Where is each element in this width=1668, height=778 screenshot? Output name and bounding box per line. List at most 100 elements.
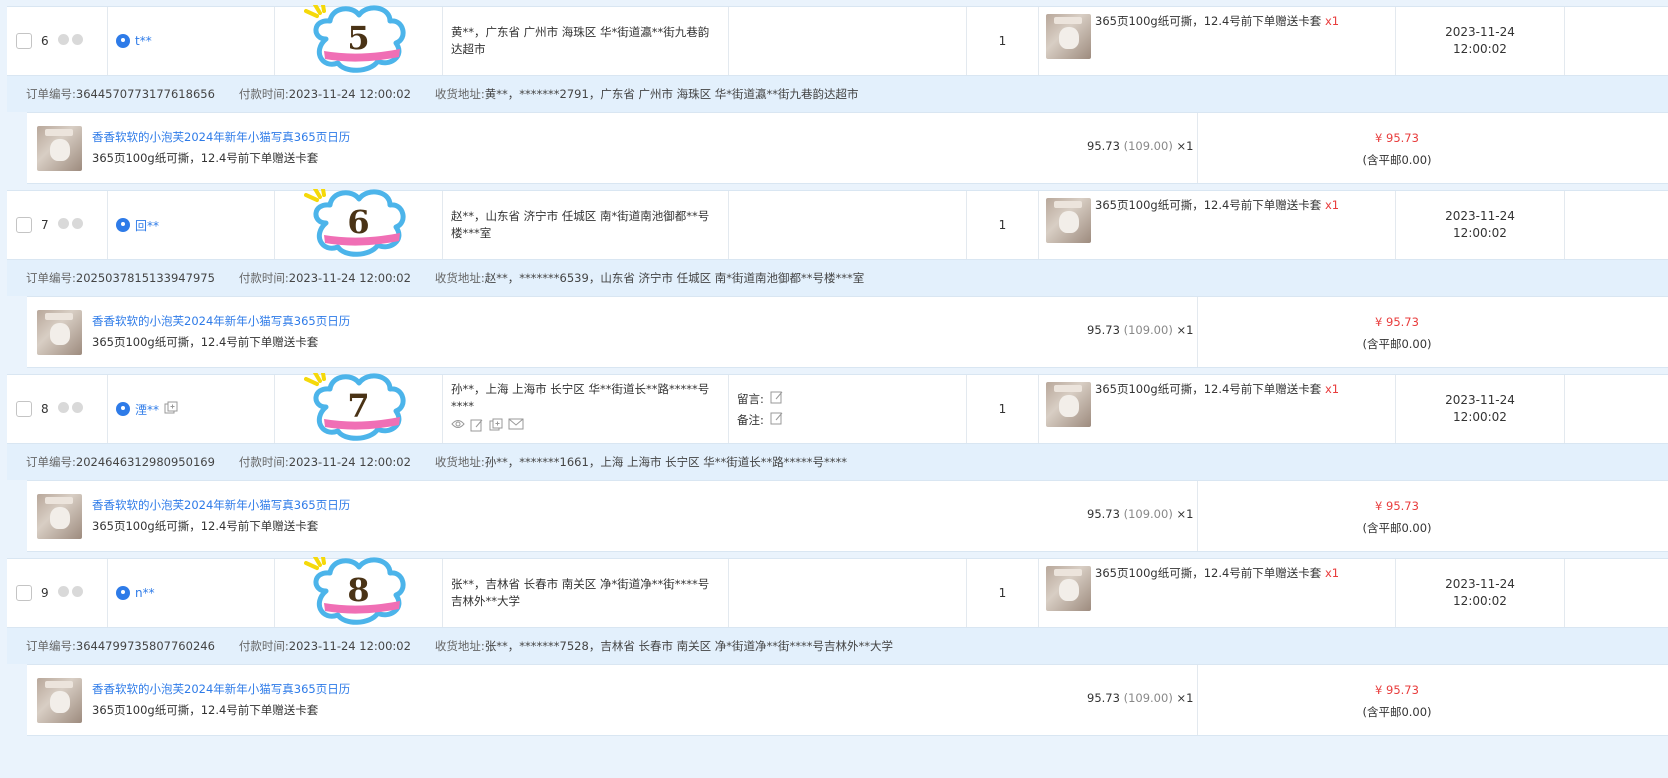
item-qty: ×1 [1176,139,1194,153]
item-total: ¥ 95.73 [1375,315,1419,329]
select-checkbox[interactable] [16,585,32,601]
product-cell: 365页100g纸可撕，12.4号前下单赠送卡套 x1 [1039,375,1396,443]
sticker-number: 8 [347,571,370,609]
buyer-name[interactable]: 湮** [135,401,159,418]
eye-icon[interactable] [451,418,465,437]
select-checkbox[interactable] [16,33,32,49]
item-qty: ×1 [1176,507,1194,521]
item-title-link[interactable]: 香香软软的小泡芙2024年新年小猫写真365页日历 [92,679,350,700]
cloud-number-sticker: 6 [303,189,414,257]
item-thumbnail[interactable] [37,677,82,723]
buyer-cell: 湮** [108,375,275,443]
item-price: 95.73 [1087,691,1120,705]
status-dots [57,402,86,416]
chat-user-icon[interactable] [116,34,130,48]
item-total-block: ¥ 95.73 (含平邮0.00) [1297,495,1497,539]
order-clock: 12:00:02 [1453,226,1507,240]
edit-icon[interactable] [470,418,484,437]
sticker-cell: 8 [275,557,443,627]
item-title-link[interactable]: 香香软软的小泡芙2024年新年小猫写真365页日历 [92,495,350,516]
item-qty: ×1 [1176,691,1194,705]
item-original-price: (109.00) [1123,507,1173,521]
remark-label: 备注: [737,412,764,427]
buyer-name[interactable]: t** [135,34,152,48]
order-date: 2023-11-24 [1445,393,1515,407]
order-summary-row[interactable]: 6 t** 5 黄**，广东省 广州市 海珠区 华*街道瀛**街九巷韵达超市 1… [7,5,1668,76]
product-summary: 365页100g纸可撕，12.4号前下单赠送卡套 x1 [1095,566,1339,581]
item-total: ¥ 95.73 [1375,499,1419,513]
product-spec: 365页100g纸可撕，12.4号前下单赠送卡套 [1095,14,1322,28]
order-date: 2023-11-24 [1445,25,1515,39]
item-price-block: 95.73 (109.00) ×1 [1087,507,1193,521]
product-spec: 365页100g纸可撕，12.4号前下单赠送卡套 [1095,566,1322,580]
product-thumbnail[interactable] [1046,382,1091,427]
address-cell: 张**，吉林省 长春市 南关区 净*街道净**街****号吉林外**大学 [443,559,729,627]
product-thumbnail[interactable] [1046,566,1091,611]
product-spec: 365页100g纸可撕，12.4号前下单赠送卡套 [1095,198,1322,212]
edit-remark-icon[interactable] [770,411,784,428]
order-no-label: 订单编号: [26,271,76,285]
item-title-link[interactable]: 香香软软的小泡芙2024年新年小猫写真365页日历 [92,311,350,332]
pay-time-label: 付款时间: [238,455,289,469]
copy-icon[interactable] [164,401,178,418]
pay-time: 2023-11-24 12:00:02 [288,455,411,469]
select-checkbox[interactable] [16,217,32,233]
item-thumbnail[interactable] [37,125,82,171]
order-info-bar: 订单编号:3644570773177618656 付款时间:2023-11-24… [7,76,1668,112]
pay-time: 2023-11-24 12:00:02 [288,639,411,653]
item-original-price: (109.00) [1123,139,1173,153]
order-no-label: 订单编号: [26,87,76,101]
order-summary-row[interactable]: 9 n** 8 张**，吉林省 长春市 南关区 净*街道净**街****号吉林外… [7,557,1668,628]
order-no-label: 订单编号: [26,639,76,653]
mail-icon[interactable] [508,418,524,437]
address-actions [451,418,524,437]
item-price-block: 95.73 (109.00) ×1 [1087,691,1193,705]
sticker-number: 7 [347,387,370,425]
short-address: 黄**，广东省 广州市 海珠区 华*街道瀛**街九巷韵达超市 [451,25,710,56]
item-total-block: ¥ 95.73 (含平邮0.00) [1297,679,1497,723]
order-number[interactable]: 2025037815133947975 [76,271,215,285]
divider [1197,665,1198,735]
item-price: 95.73 [1087,323,1120,337]
item-thumbnail[interactable] [37,493,82,539]
chat-user-icon[interactable] [116,218,130,232]
divider [1197,113,1198,183]
status-dot-icon [71,402,83,413]
order-number[interactable]: 3644570773177618656 [76,87,215,101]
product-thumbnail[interactable] [1046,14,1091,59]
ship-address-label: 收货地址: [434,455,485,469]
ship-address: 赵**，*******6539，山东省 济宁市 任城区 南*街道南池御都**号楼… [484,271,865,285]
divider [1197,481,1198,551]
address-cell: 黄**，广东省 广州市 海珠区 华*街道瀛**街九巷韵达超市 [443,7,729,75]
edit-message-icon[interactable] [770,390,784,407]
add-icon[interactable] [489,418,503,437]
short-address: 赵**，山东省 济宁市 任城区 南*街道南池御都**号楼***室 [451,209,710,240]
product-cell: 365页100g纸可撕，12.4号前下单赠送卡套 x1 [1039,559,1396,627]
buyer-name[interactable]: 回** [135,217,159,234]
buyer-name[interactable]: n** [135,586,155,600]
time-cell: 2023-11-24 12:00:02 [1396,559,1565,627]
notes-cell [729,7,967,75]
order-number[interactable]: 2024646312980950169 [76,455,215,469]
item-thumbnail[interactable] [37,309,82,355]
chat-user-icon[interactable] [116,402,130,416]
order-clock: 12:00:02 [1453,410,1507,424]
select-checkbox[interactable] [16,401,32,417]
product-qty: x1 [1324,566,1340,580]
order-summary-row[interactable]: 7 回** 6 赵**，山东省 济宁市 任城区 南*街道南池御都**号楼***室 [7,189,1668,260]
cloud-number-sticker: 5 [303,5,414,73]
order-number[interactable]: 3644799735807760246 [76,639,215,653]
order-group: 6 t** 5 黄**，广东省 广州市 海珠区 华*街道瀛**街九巷韵达超市 1… [7,5,1668,184]
order-date: 2023-11-24 [1445,577,1515,591]
item-total: ¥ 95.73 [1375,683,1419,697]
chat-user-icon[interactable] [116,586,130,600]
product-thumbnail[interactable] [1046,198,1091,243]
order-index: 9 [41,586,49,600]
item-title-link[interactable]: 香香软软的小泡芙2024年新年小猫写真365页日历 [92,127,350,148]
buyer-cell: t** [108,7,275,75]
order-group: 7 回** 6 赵**，山东省 济宁市 任城区 南*街道南池御都**号楼***室 [7,189,1668,368]
order-summary-row[interactable]: 8 湮** 7 孙**，上海 上海市 长宁区 华**街道长**路*****号**… [7,373,1668,444]
order-clock: 12:00:02 [1453,42,1507,56]
cloud-number-sticker: 8 [303,557,414,625]
product-cell: 365页100g纸可撕，12.4号前下单赠送卡套 x1 [1039,191,1396,259]
